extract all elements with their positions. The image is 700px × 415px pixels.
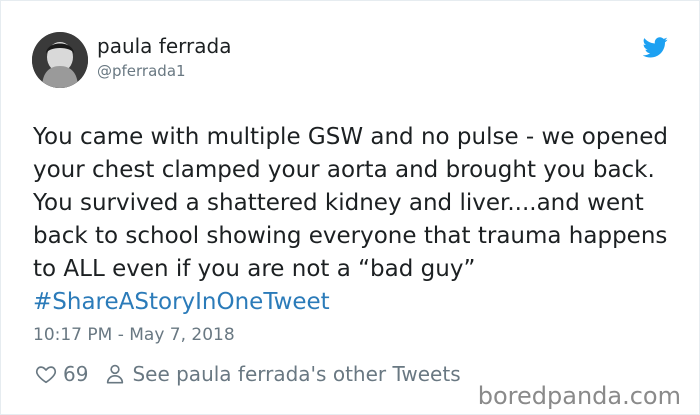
like-count: 69 xyxy=(63,362,89,386)
tweet-body: You came with multiple GSW and no pulse … xyxy=(33,124,668,282)
heart-icon xyxy=(35,366,57,384)
watermark: boredpanda.com xyxy=(477,382,681,410)
tweet-text: You came with multiple GSW and no pulse … xyxy=(33,121,673,319)
other-tweets-link[interactable]: See paula ferrada's other Tweets xyxy=(104,362,461,386)
twitter-bird-icon[interactable] xyxy=(643,37,668,58)
author-name[interactable]: paula ferrada xyxy=(97,33,231,59)
tweet-actions: 69 See paula ferrada's other Tweets xyxy=(35,359,461,389)
tweet-card: paula ferrada @pferrada1 You came with m… xyxy=(0,0,700,415)
author-handle[interactable]: @pferrada1 xyxy=(97,61,186,81)
avatar[interactable] xyxy=(32,32,88,88)
other-tweets-label: See paula ferrada's other Tweets xyxy=(132,362,461,386)
like-button[interactable]: 69 xyxy=(35,362,88,386)
avatar-image xyxy=(32,32,88,88)
hashtag-link[interactable]: #ShareAStoryInOneTweet xyxy=(33,289,330,315)
tweet-timestamp[interactable]: 10:17 PM - May 7, 2018 xyxy=(33,323,235,347)
person-icon xyxy=(107,364,124,384)
